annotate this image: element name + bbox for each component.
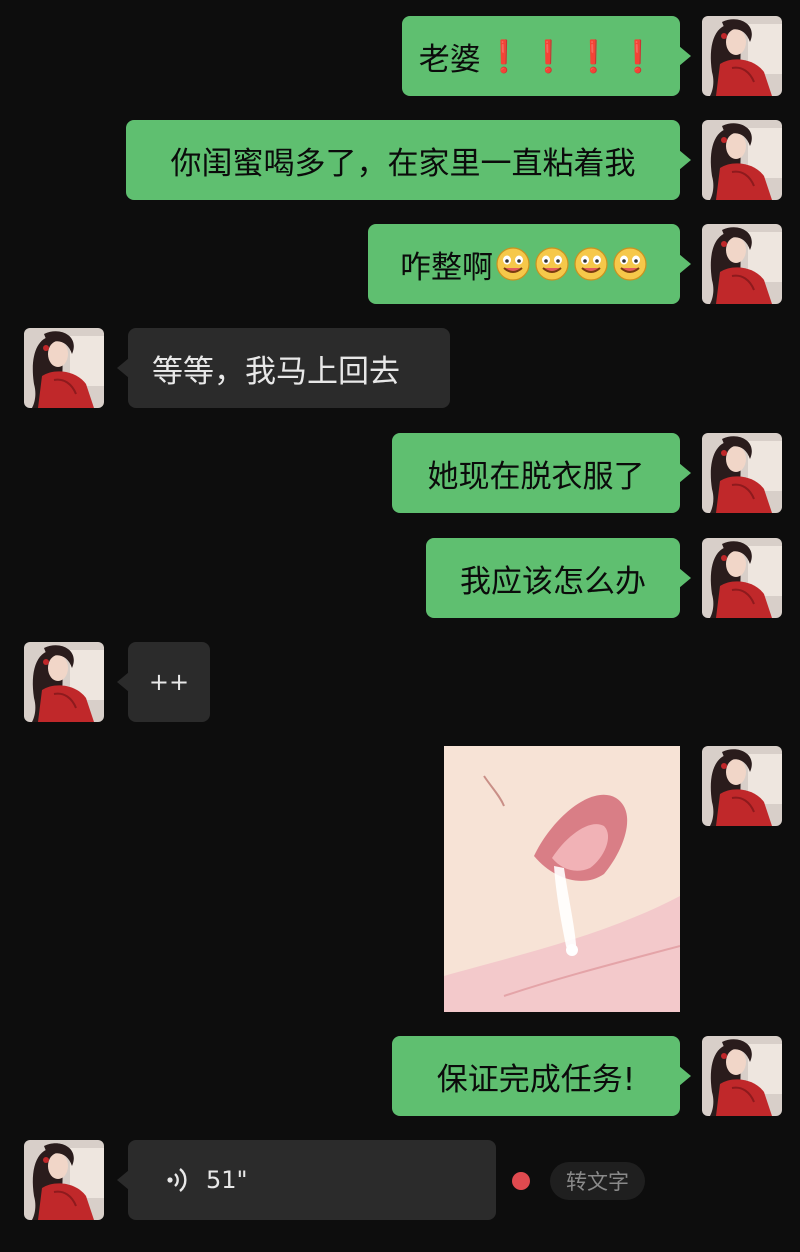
message-bubble-2[interactable]: 你闺蜜喝多了，在家里一直粘着我 xyxy=(126,120,691,200)
message-text: 我应该怎么办 xyxy=(460,563,646,600)
emoji-group xyxy=(495,246,648,282)
voice-message[interactable]: 51" xyxy=(117,1140,496,1220)
message-text: 咋整啊 xyxy=(400,249,493,286)
message-bubble-1[interactable]: 老婆 ❗❗❗❗ xyxy=(402,16,691,96)
message-bubble-5[interactable]: 她现在脱衣服了 xyxy=(392,433,691,513)
exclamation-marks: ❗❗❗❗ xyxy=(484,38,664,75)
my-avatar[interactable] xyxy=(702,1036,782,1116)
message-text: 你闺蜜喝多了，在家里一直粘着我 xyxy=(170,145,636,182)
message-text: 老婆 xyxy=(418,41,481,78)
message-text: ++ xyxy=(148,668,190,696)
message-text: 等等，我马上回去 xyxy=(152,353,400,390)
message-bubble-6[interactable]: 我应该怎么办 xyxy=(426,538,691,618)
message-bubble-9[interactable]: 保证完成任务! xyxy=(392,1036,691,1116)
grin-face-icon xyxy=(612,246,648,282)
my-avatar[interactable] xyxy=(702,16,782,96)
voice-duration: 51" xyxy=(206,1166,248,1194)
unread-dot xyxy=(512,1172,530,1190)
my-avatar[interactable] xyxy=(702,746,782,826)
message-bubble-4[interactable]: 等等，我马上回去 xyxy=(117,328,450,408)
voice-wave-icon xyxy=(167,1168,187,1192)
contact-avatar[interactable] xyxy=(24,328,104,408)
message-text: 保证完成任务! xyxy=(436,1061,636,1098)
contact-avatar[interactable] xyxy=(24,642,104,722)
message-text: 她现在脱衣服了 xyxy=(427,458,645,495)
my-avatar[interactable] xyxy=(702,433,782,513)
convert-to-text-button[interactable]: 转文字 xyxy=(550,1162,645,1200)
contact-avatar[interactable] xyxy=(24,1140,104,1220)
grin-face-icon xyxy=(495,246,531,282)
grin-face-icon xyxy=(573,246,609,282)
my-avatar[interactable] xyxy=(702,120,782,200)
grin-face-icon xyxy=(534,246,570,282)
message-bubble-7[interactable]: ++ xyxy=(117,642,210,722)
my-avatar[interactable] xyxy=(702,538,782,618)
my-avatar[interactable] xyxy=(702,224,782,304)
message-bubble-3[interactable]: 咋整啊 xyxy=(368,224,691,304)
image-message[interactable] xyxy=(444,746,680,1012)
